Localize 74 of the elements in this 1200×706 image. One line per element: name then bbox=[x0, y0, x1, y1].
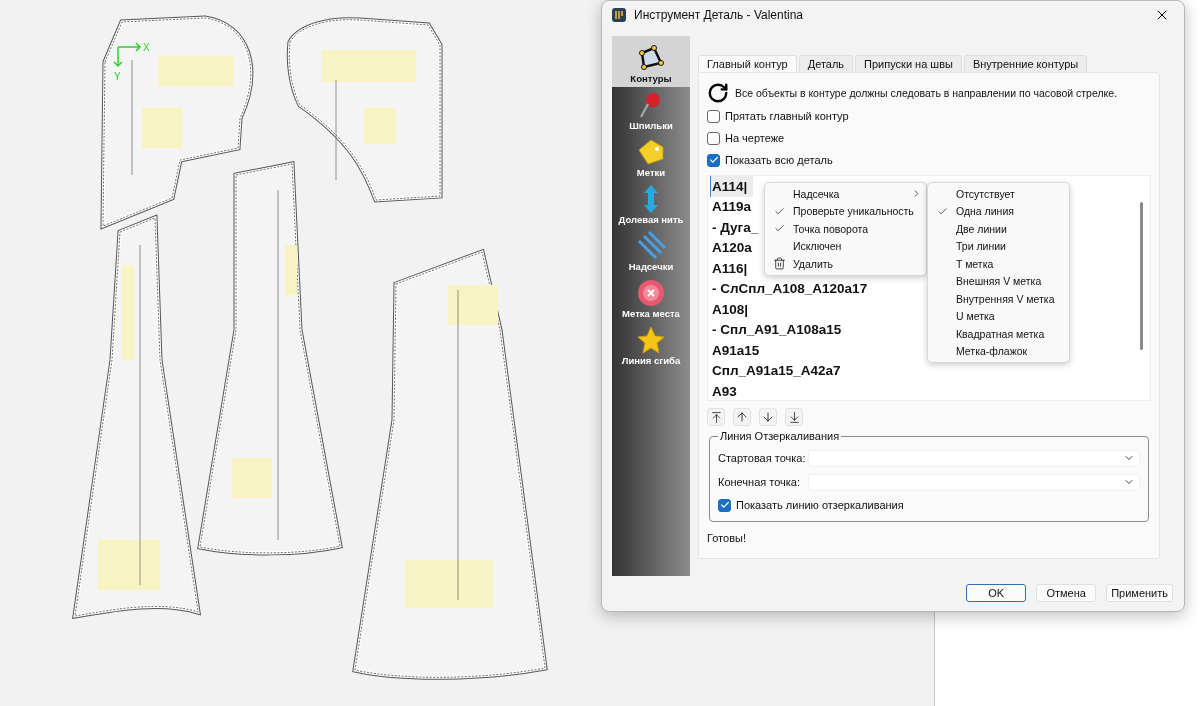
menu-item[interactable]: Надсечка bbox=[765, 185, 926, 203]
menu-item[interactable]: Внутренняя V метка bbox=[928, 290, 1069, 308]
sewing-button-icon bbox=[636, 278, 666, 308]
menu-item[interactable]: Точка поворота bbox=[765, 220, 926, 238]
list-item[interactable]: Спл_A91a15_A42a7 bbox=[710, 360, 847, 381]
menu-item[interactable]: Три линии bbox=[928, 237, 1069, 255]
checkbox[interactable] bbox=[707, 153, 720, 167]
sidebar-item[interactable]: Метка места bbox=[612, 275, 690, 322]
list-item[interactable]: - Дуга_ bbox=[710, 217, 765, 238]
menu-item[interactable]: Одна линия bbox=[928, 202, 1069, 220]
list-item[interactable]: - Спл_A91_A108a15 bbox=[710, 319, 848, 340]
sidebar-item[interactable]: Надсечки bbox=[612, 228, 690, 275]
dialog-button[interactable]: Применить bbox=[1106, 584, 1173, 602]
arrow-down-to-line-icon bbox=[787, 410, 801, 424]
clockwise-arrow-icon bbox=[707, 82, 729, 104]
checkbox-label: На чертеже bbox=[725, 132, 785, 144]
field-label: Стартовая точка: bbox=[718, 452, 807, 464]
field-label: Конечная точка: bbox=[718, 476, 802, 488]
group-title: Линия Отзеркаливания bbox=[719, 430, 841, 442]
move-down-button[interactable] bbox=[759, 408, 777, 426]
list-item[interactable]: A114| bbox=[710, 176, 754, 197]
checkbox-label: Показать всю деталь bbox=[725, 154, 833, 166]
move-to-bottom-button[interactable] bbox=[785, 408, 803, 426]
dialog-button[interactable]: OK bbox=[966, 584, 1027, 602]
checkbox-label: Показать линию отзеркаливания bbox=[736, 499, 904, 511]
sidebar-item[interactable]: Долевая нить bbox=[612, 181, 690, 228]
list-item[interactable]: A108| bbox=[710, 299, 755, 320]
sidebar-item[interactable]: Шпильки bbox=[612, 87, 690, 134]
list-item[interactable]: A91a15 bbox=[710, 340, 766, 361]
notice-text: Все объекты в контуре должны следовать в направлении по часовой стрелке. bbox=[735, 87, 1118, 99]
menu-item[interactable]: Две линии bbox=[928, 220, 1069, 238]
diagonal-lines-icon bbox=[636, 231, 666, 261]
checkbox[interactable] bbox=[707, 109, 720, 123]
axis-label: Y bbox=[114, 71, 121, 82]
menu-item[interactable]: Исключен bbox=[765, 237, 926, 255]
tab[interactable]: Внутренние контуры bbox=[963, 55, 1088, 72]
app-icon bbox=[612, 8, 626, 22]
move-to-top-button[interactable] bbox=[707, 408, 725, 426]
checkbox[interactable] bbox=[707, 131, 720, 145]
menu-item[interactable]: Проверьте уникальность bbox=[765, 202, 926, 220]
checkbox[interactable] bbox=[718, 498, 731, 512]
arrow-up-to-line-icon bbox=[709, 410, 723, 424]
sidebar-item[interactable]: Контуры bbox=[612, 36, 690, 87]
tab[interactable]: Деталь bbox=[798, 55, 854, 72]
checkbox-label: Прятать главный контур bbox=[725, 110, 849, 122]
menu-item[interactable]: Отсутствует bbox=[928, 185, 1069, 203]
menu-item[interactable]: T метка bbox=[928, 255, 1069, 273]
status-text: Готовы! bbox=[707, 532, 747, 544]
list-item[interactable]: A116| bbox=[710, 258, 754, 279]
dialog-button[interactable]: Отмена bbox=[1036, 584, 1097, 602]
move-up-button[interactable] bbox=[733, 408, 751, 426]
tab[interactable]: Припуски на швы bbox=[855, 55, 962, 72]
scrollbar[interactable] bbox=[1140, 202, 1143, 350]
check-icon bbox=[936, 205, 948, 217]
check-icon bbox=[773, 205, 785, 217]
menu-item[interactable]: Квадратная метка bbox=[928, 325, 1069, 343]
tag-icon bbox=[636, 137, 666, 167]
trash-icon bbox=[772, 257, 786, 271]
polygon-icon bbox=[636, 43, 666, 73]
menu-item[interactable]: U метка bbox=[928, 307, 1069, 325]
menu-item[interactable]: Внешняя V метка bbox=[928, 272, 1069, 290]
list-item[interactable]: - СлСпл_A108_A120a17 bbox=[710, 278, 874, 299]
list-item[interactable]: A93 bbox=[710, 381, 743, 400]
menu-item[interactable]: Удалить bbox=[765, 255, 926, 273]
sidebar-item[interactable]: Метки bbox=[612, 134, 690, 181]
menu-item[interactable]: Метка-флажок bbox=[928, 342, 1069, 360]
window-title: Инструмент Деталь - Valentina bbox=[634, 8, 805, 22]
sidebar-item[interactable]: Линия сгиба bbox=[612, 322, 690, 369]
list-item[interactable]: A119a bbox=[710, 196, 758, 217]
list-item[interactable]: A120a bbox=[710, 237, 758, 258]
star-icon bbox=[636, 325, 666, 355]
axis-arrows-drawing bbox=[113, 42, 142, 68]
axis-label: X bbox=[143, 42, 150, 53]
tab[interactable]: Главный контур bbox=[698, 55, 797, 72]
